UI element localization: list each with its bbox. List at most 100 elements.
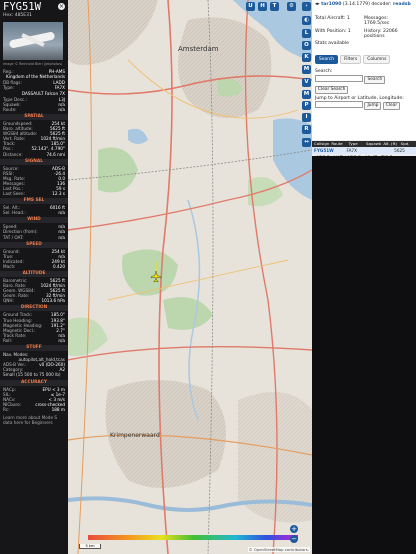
info-row: Distance: 74.6 nmi [0, 152, 68, 157]
direction-rows: Ground Track: 185.0° True Heading: 193.8° Ma… [0, 312, 68, 343]
info-row-label: QNH: [3, 298, 14, 304]
info-row: Last Seen: 12.3 s [0, 191, 68, 196]
search-input[interactable] [315, 74, 363, 82]
section-stuff-title: STUFF [0, 345, 68, 352]
aircraft-table: Callsign Route Type Squawk Alt. (ft) Spd… [312, 141, 416, 154]
section-signal-title: SIGNAL [0, 158, 68, 165]
zoom-out-button[interactable]: − [290, 535, 298, 543]
side-button-3[interactable]: M [302, 65, 311, 74]
row-type: FA7X [346, 148, 357, 153]
map-button-u[interactable]: U [246, 2, 255, 11]
stats-text: Stats available [315, 40, 349, 46]
tab-columns[interactable]: Columns [363, 54, 391, 65]
info-row-label: Mach: [3, 263, 16, 269]
with-pos-value: 1 [347, 28, 351, 34]
section-wind-title: WIND [0, 217, 68, 224]
map-button-t[interactable]: T [270, 2, 279, 11]
wind-rows: Speed: n/a Direction (from): n/a TAT / OAT: n… [0, 224, 68, 239]
info-row-value: n/a [58, 210, 65, 216]
aircraft-callsign: FYG51W [3, 1, 41, 13]
total-label: Total Aircraft: [315, 15, 346, 21]
decoder-label: decoder: [371, 2, 392, 7]
aircraft-info-panel: FYG51W Hex: 485E31 × Image © Reinhold Bi… [0, 0, 68, 554]
spatial-rows: Groundspeed: 254 kt Baro. altitude: 5625 ft… [0, 121, 68, 157]
clear-search-button[interactable]: Clear Search [315, 85, 349, 94]
section-fms-title: FMS SEL [0, 198, 68, 205]
settings-icon[interactable]: ⚙ [287, 2, 296, 11]
info-row-label: TAT / OAT: [3, 234, 24, 240]
info-row: TAT / OAT: n/a [0, 235, 68, 240]
photo-credit: Image © Reinhold Bieri (Jetphotos) [3, 62, 63, 67]
with-pos-label: With Position: [315, 28, 347, 34]
route-label: Route: [3, 106, 17, 112]
scale-bar: 5 km [79, 544, 101, 549]
info-row-value: 0.420 [53, 263, 65, 269]
info-row: QNH: 1013.6 hPa [0, 298, 68, 303]
map-label-krimpen: Krimpenerwaard [110, 432, 160, 439]
info-row-value: 74.6 nmi [46, 151, 65, 157]
messages-value: 1769.5/sec [364, 21, 390, 27]
row-callsign[interactable]: FYG51W [312, 147, 345, 154]
altitude-rows: Barometric: 5625 ft Baro. Rate: 1024 ft/min… [0, 278, 68, 303]
layers-icon[interactable]: ◐ [302, 16, 311, 25]
section-accuracy-title: ACCURACY [0, 379, 68, 386]
side-button-2[interactable]: K [302, 53, 311, 62]
section-speed-title: SPEED [0, 241, 68, 248]
hex-label: Hex: [3, 13, 14, 18]
route-value: n/a [58, 106, 65, 112]
back-icon[interactable]: ◂▸ [315, 2, 320, 7]
signal-rows: Source: ADS-B RSSI: -26.4 Msg. Rate: 0.0 Messa… [0, 166, 68, 197]
row-alt: 5625 [394, 148, 405, 153]
tab-filters[interactable]: Filters [340, 54, 362, 65]
tab-search[interactable]: Search [315, 54, 339, 65]
map-view[interactable]: Amsterdam Krimpenerwaard 5 km © OpenStre… [68, 0, 312, 554]
info-row-label: Last Seen: [3, 191, 25, 197]
side-button-6[interactable]: P [302, 101, 311, 110]
jump-input[interactable] [315, 101, 363, 109]
info-row-value: n/a [58, 337, 65, 343]
info-row-value: n/a [58, 234, 65, 240]
info-row: Roll: n/a [0, 338, 68, 343]
info-row-label: Distance: [3, 151, 23, 157]
map-label-amsterdam: Amsterdam [178, 45, 219, 53]
side-button-4[interactable]: V [302, 78, 311, 87]
collapse-icon[interactable]: › [302, 2, 311, 11]
side-button-r[interactable]: ↔ [302, 138, 311, 147]
country-value: Kingdom of the Netherlands [6, 74, 65, 80]
messages-label: Messages: [364, 15, 389, 21]
side-button-1[interactable]: O [302, 41, 311, 50]
zoom-in-button[interactable]: + [290, 525, 298, 533]
aircraft-photo[interactable] [3, 22, 63, 61]
total-value: 1 [346, 15, 350, 21]
table-row[interactable]: FYG51W FA7X 5625 [312, 147, 416, 154]
info-row: Sel. Head.: n/a [0, 210, 68, 215]
side-button-0[interactable]: L [302, 29, 311, 38]
side-button-8[interactable]: R [302, 125, 311, 134]
info-row: Mach: 0.420 [0, 264, 68, 269]
side-button-5[interactable]: M [302, 90, 311, 99]
type-full-value: DASSAULT Falcon 7X [21, 90, 65, 96]
search-button[interactable]: Search [364, 75, 386, 84]
info-row-value: 1013.6 hPa [41, 298, 65, 304]
info-row-label: Rc: [3, 406, 10, 412]
footer-note[interactable]: Learn more about Mode S data here for Be… [0, 415, 68, 425]
map-button-h[interactable]: H [258, 2, 267, 11]
map-attribution[interactable]: © OpenStreetMap contributors. [247, 547, 310, 552]
accuracy-rows: NACp: EPU < 3 m SIL: ≤ 1e-7 NACv: < 3 m/s NICb… [0, 387, 68, 412]
version-text: (3.14.1779) [342, 2, 370, 7]
hex-value: 485E31 [14, 13, 32, 18]
decoder-link[interactable]: readsb [393, 2, 411, 7]
type-label: Type: [3, 85, 15, 91]
info-row-label: Sel. Head.: [3, 210, 26, 216]
app-link[interactable]: tar1090 [321, 2, 341, 7]
altitude-legend [88, 535, 298, 540]
side-button-7[interactable]: I [302, 113, 311, 122]
info-row: Rc: 188 m [0, 407, 68, 412]
section-altitude-title: ALTITUDE [0, 271, 68, 277]
jump-button[interactable]: Jump [364, 102, 382, 111]
map-canvas [68, 0, 312, 554]
empty-area [312, 156, 416, 554]
info-row-label: Roll: [3, 337, 13, 343]
clear-button[interactable]: Clear [382, 102, 401, 111]
close-icon[interactable]: × [58, 3, 65, 10]
